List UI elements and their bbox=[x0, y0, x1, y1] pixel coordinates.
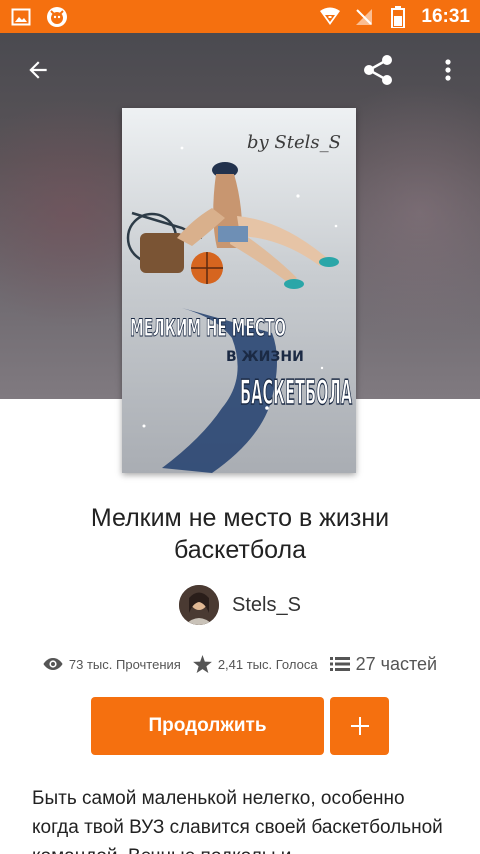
list-icon bbox=[329, 656, 350, 672]
author-row[interactable]: Stels_S bbox=[0, 585, 480, 625]
parts-count: 27 частей bbox=[355, 653, 438, 674]
cover-signature: by Stels_S bbox=[247, 132, 341, 153]
no-signal-icon bbox=[353, 6, 375, 28]
add-to-library-button[interactable] bbox=[330, 697, 389, 755]
image-icon bbox=[10, 6, 32, 28]
cover-title-line3: БАСКЕТБОЛА bbox=[240, 373, 352, 413]
status-left bbox=[10, 6, 68, 28]
eye-icon bbox=[43, 657, 63, 671]
avatar[interactable] bbox=[179, 585, 220, 625]
star-icon bbox=[192, 655, 212, 673]
reads-stat: 73 тыс. Прочтения bbox=[43, 657, 181, 672]
back-button[interactable] bbox=[16, 48, 60, 92]
cover-title-line1: МЕЛКИМ НЕ МЕСТО bbox=[130, 314, 286, 342]
more-options-button[interactable] bbox=[426, 48, 470, 92]
wifi-icon bbox=[319, 6, 341, 28]
author-name[interactable]: Stels_S bbox=[232, 594, 301, 617]
continue-reading-button[interactable]: Продолжить bbox=[91, 697, 324, 755]
status-bar: 16:31 bbox=[0, 0, 480, 33]
arrow-back-icon bbox=[25, 57, 51, 83]
share-button[interactable] bbox=[356, 48, 400, 92]
status-time: 16:31 bbox=[421, 5, 470, 27]
battery-icon bbox=[387, 5, 409, 28]
plus-icon bbox=[350, 716, 370, 736]
cover-artwork: by Stels_S МЕЛКИМ НЕ МЕСТО В ЖИЗНИ БАСКЕ… bbox=[122, 108, 356, 473]
votes-count: 2,41 тыс. Голоса bbox=[217, 656, 318, 672]
story-stats: 73 тыс. Прочтения 2,41 тыс. Голоса 27 ча… bbox=[0, 650, 480, 678]
reads-count: 73 тыс. Прочтения bbox=[68, 656, 181, 672]
app-notification-icon bbox=[46, 6, 68, 28]
cover-title-line2: В ЖИЗНИ bbox=[226, 349, 304, 365]
status-right: 16:31 bbox=[319, 5, 470, 28]
story-cover[interactable]: by Stels_S МЕЛКИМ НЕ МЕСТО В ЖИЗНИ БАСКЕ… bbox=[122, 108, 356, 473]
share-icon bbox=[360, 52, 396, 88]
story-title: Мелким не место в жизни баскетбола bbox=[90, 504, 390, 564]
more-vert-icon bbox=[444, 58, 452, 82]
votes-stat: 2,41 тыс. Голоса bbox=[192, 655, 318, 673]
story-description: Быть самой маленькой нелегко, особенно к… bbox=[32, 788, 443, 854]
parts-stat: 27 частей bbox=[329, 653, 438, 675]
